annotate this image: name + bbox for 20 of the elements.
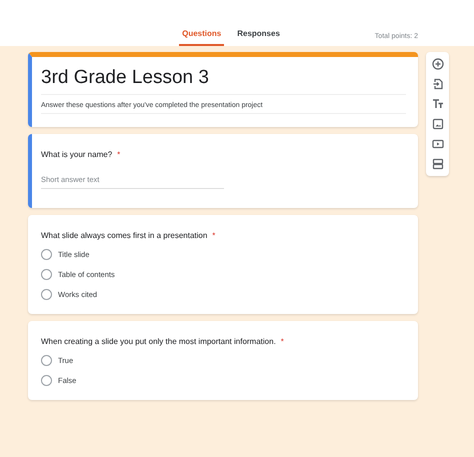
required-mark: * [212,231,216,240]
question-text: When creating a slide you put only the most important information. [41,337,276,346]
radio-button[interactable] [41,289,52,300]
radio-button[interactable] [41,355,52,366]
tab[interactable]: Questions [179,29,224,46]
import-icon[interactable] [432,78,444,90]
radio-button[interactable] [41,249,52,260]
image-icon[interactable] [432,118,444,130]
required-mark: * [280,337,284,346]
required-mark: * [117,150,120,159]
question-text: What is your name? [41,150,112,159]
question-text: What slide always comes first in a presentation [41,231,208,240]
section-icon[interactable] [432,158,444,170]
add-icon[interactable] [432,58,444,70]
video-icon[interactable] [432,138,444,150]
radio-button[interactable] [41,375,52,386]
form-title[interactable]: 3rd Grade Lesson 3 [41,67,406,95]
tab[interactable]: Responses [234,29,283,46]
radio-button[interactable] [41,269,52,280]
text-icon[interactable] [432,98,444,110]
